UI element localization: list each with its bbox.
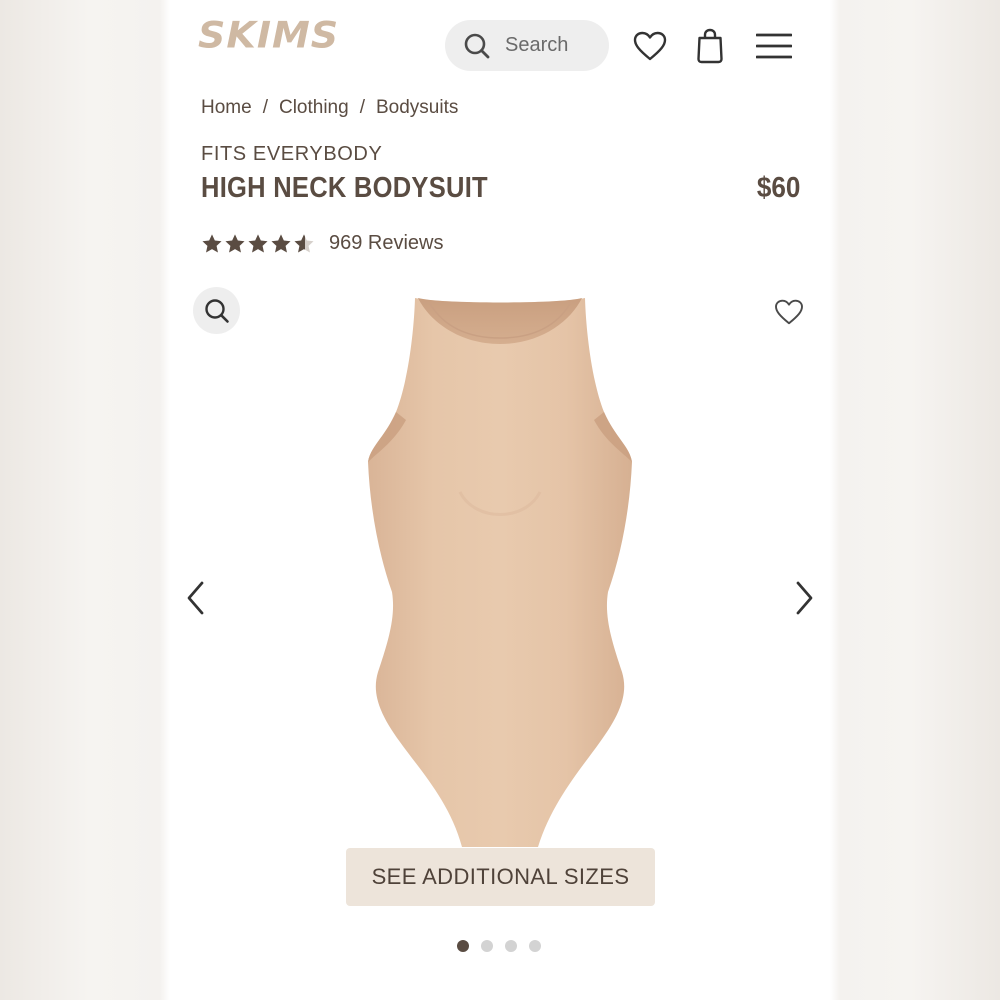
carousel-dot[interactable] [481, 940, 493, 952]
previous-image-button[interactable] [180, 578, 210, 618]
product-price: $60 [756, 172, 800, 204]
carousel-pagination [457, 940, 541, 952]
reviews-count-link[interactable]: 969 Reviews [329, 232, 444, 255]
breadcrumb-home[interactable]: Home [201, 97, 252, 119]
breadcrumb: Home / Clothing / Bodysuits [201, 97, 458, 119]
star-icon [248, 233, 268, 253]
favorite-heart-icon [774, 299, 804, 325]
product-rating[interactable]: 969 Reviews [201, 232, 444, 255]
product-collection: FITS EVERYBODY [201, 143, 383, 165]
next-image-button[interactable] [790, 578, 820, 618]
product-title: HIGH NECK BODYSUIT [201, 172, 488, 204]
carousel-dot-active[interactable] [457, 940, 469, 952]
see-additional-sizes-button[interactable]: SEE ADDITIONAL SIZES [346, 848, 655, 906]
star-icon [271, 233, 291, 253]
zoom-button[interactable] [193, 287, 240, 334]
menu-button[interactable] [755, 30, 793, 62]
shopping-bag-icon [696, 28, 724, 64]
wishlist-button[interactable] [632, 28, 668, 64]
search-input[interactable] [505, 34, 605, 57]
rating-stars [201, 233, 315, 255]
search-icon [463, 32, 491, 60]
chevron-right-icon [795, 580, 815, 616]
brand-logo[interactable]: SKIMS [198, 17, 339, 53]
star-icon [225, 233, 245, 253]
star-icon [202, 233, 222, 253]
hamburger-menu-icon [756, 32, 792, 60]
heart-icon [633, 31, 667, 61]
product-image[interactable] [360, 292, 640, 852]
breadcrumb-separator: / [262, 97, 268, 118]
carousel-dot[interactable] [529, 940, 541, 952]
star-half-icon [294, 233, 314, 253]
zoom-icon [204, 298, 230, 324]
breadcrumb-bodysuits[interactable]: Bodysuits [376, 97, 458, 119]
search-bar[interactable] [445, 20, 609, 71]
favorite-button[interactable] [773, 296, 805, 328]
bodysuit-image [368, 298, 632, 847]
chevron-left-icon [185, 580, 205, 616]
cart-button[interactable] [694, 26, 726, 66]
product-page: SKIMS Search Home / Clothing / Bodysuits… [170, 0, 830, 1000]
carousel-dot[interactable] [505, 940, 517, 952]
breadcrumb-clothing[interactable]: Clothing [279, 97, 349, 119]
breadcrumb-separator: / [359, 97, 365, 118]
